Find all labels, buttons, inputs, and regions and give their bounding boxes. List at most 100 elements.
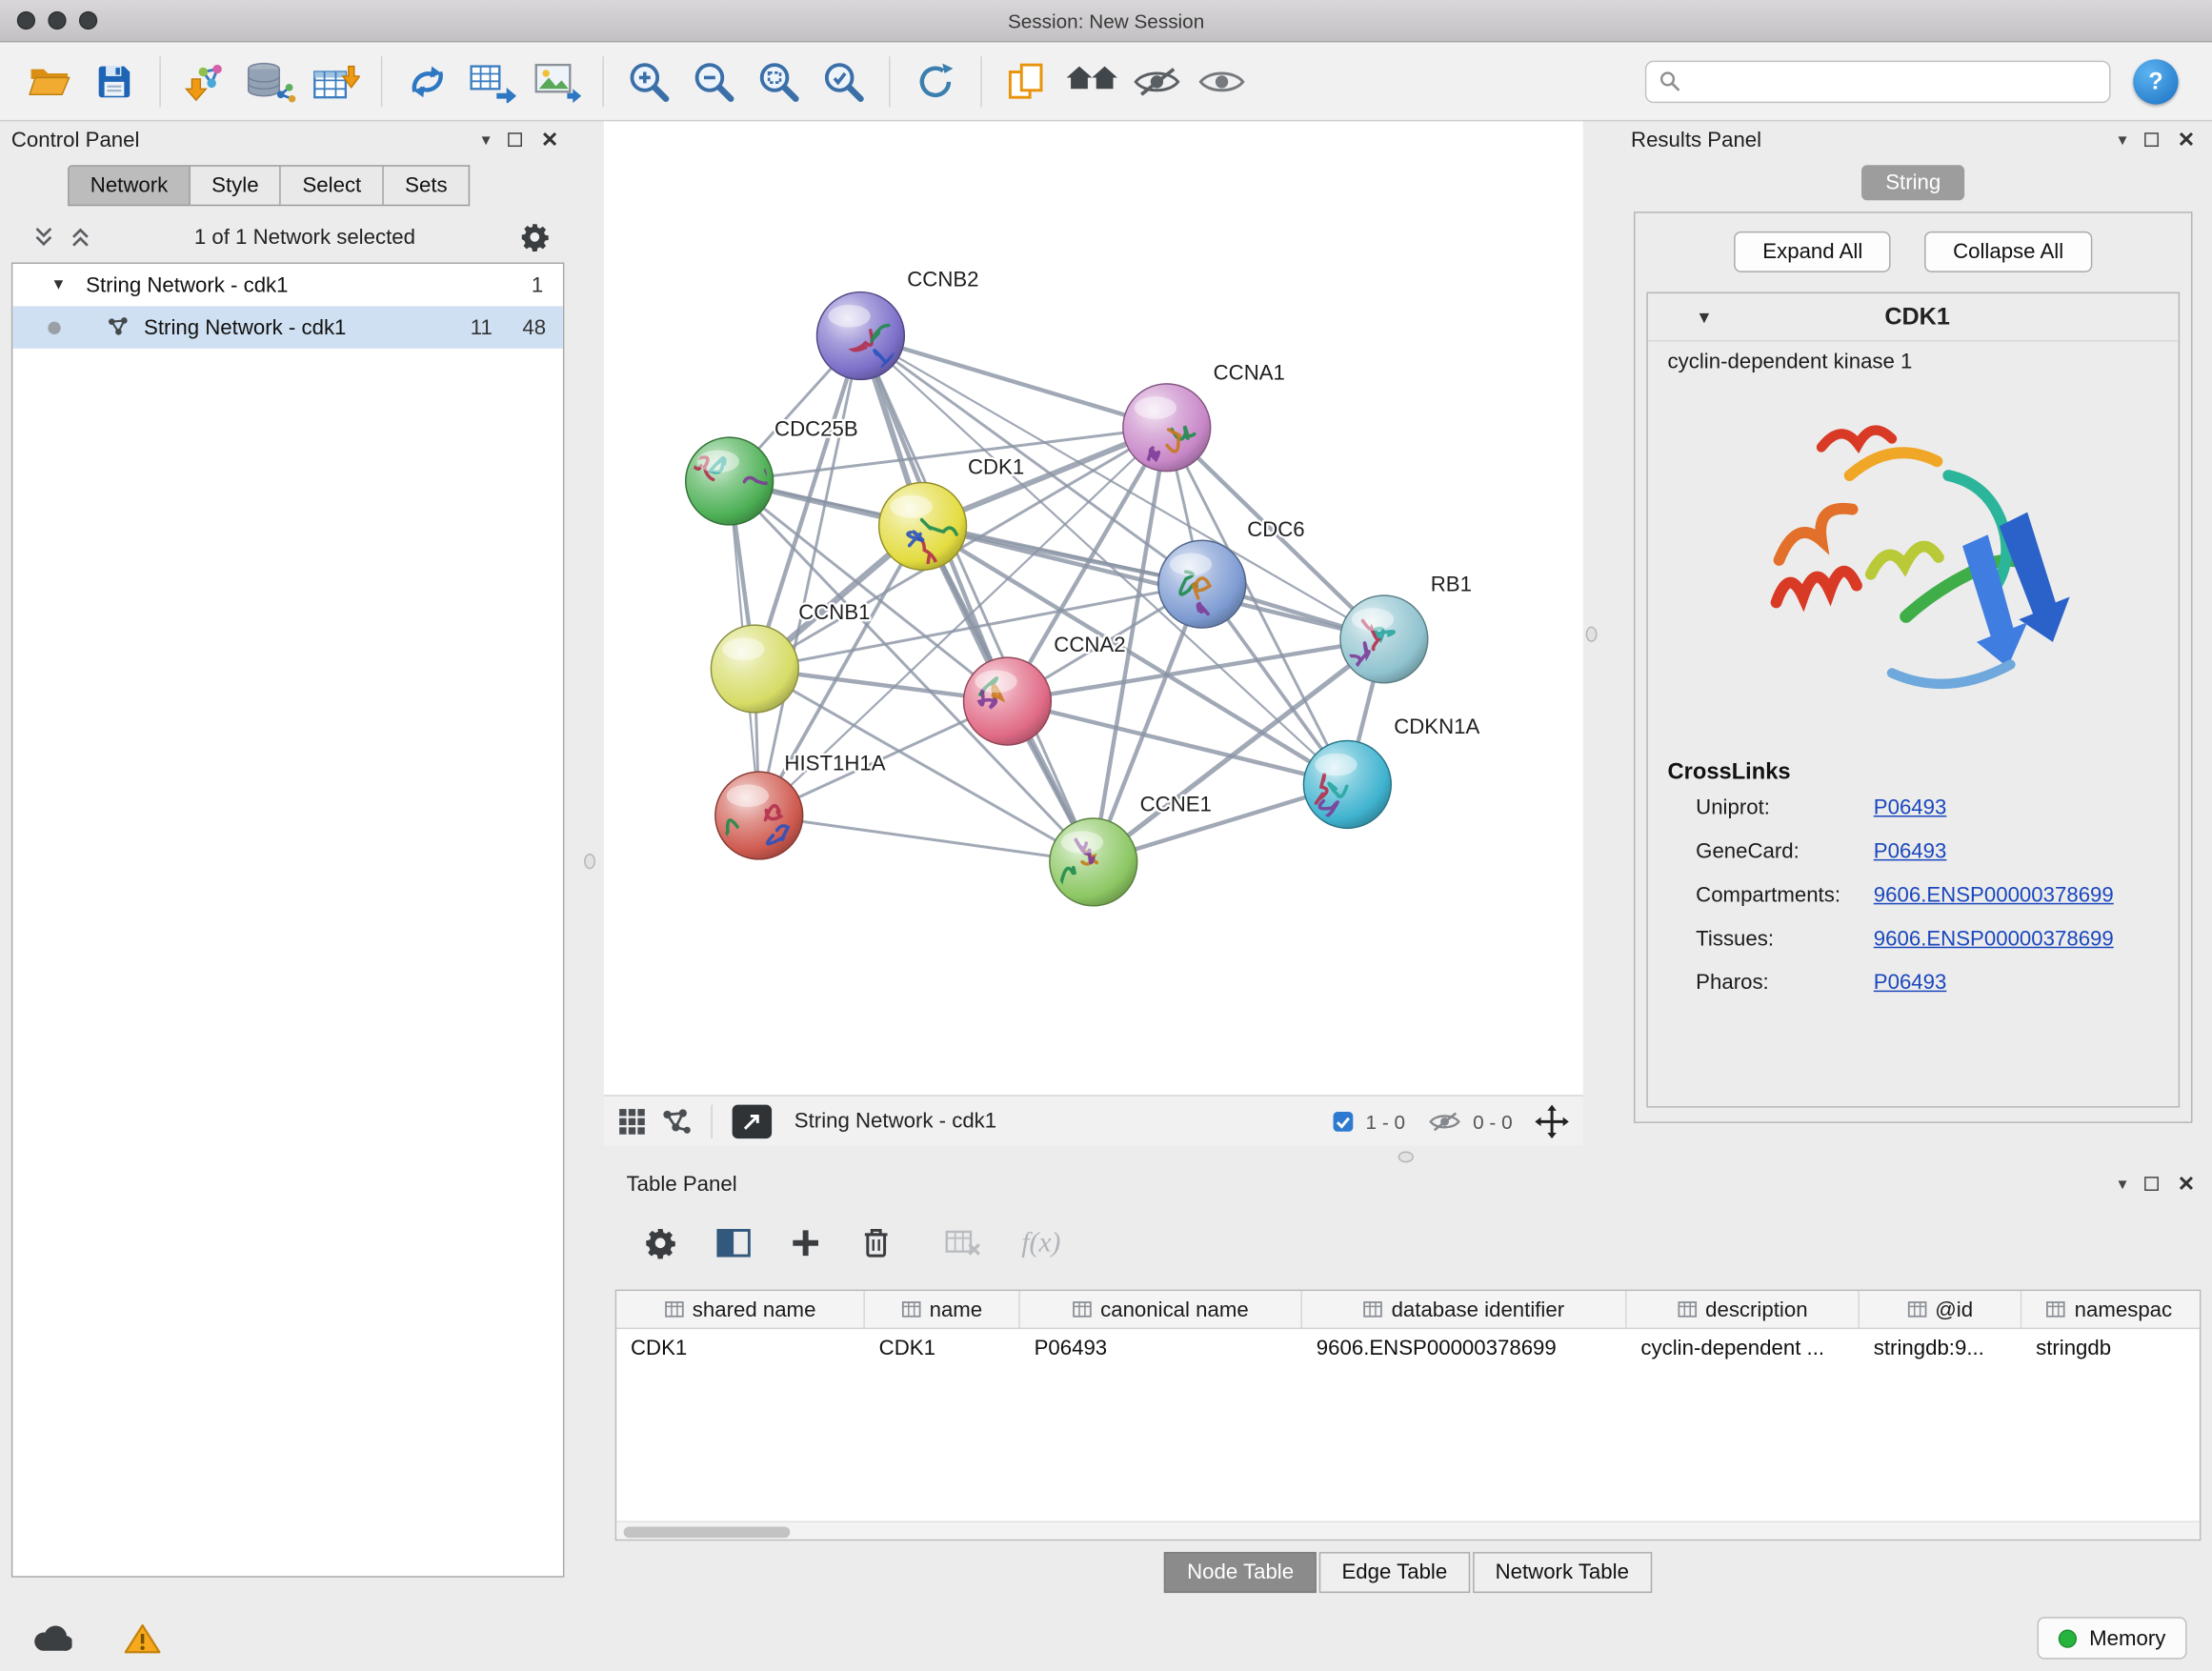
column-header-shared-name[interactable]: shared name [616,1291,865,1328]
collapse-all-button[interactable]: Collapse All [1924,232,2091,272]
grid-view-button[interactable] [618,1107,647,1136]
tab-edge-table[interactable]: Edge Table [1319,1552,1470,1593]
maximize-window-button[interactable] [79,11,97,30]
tab-network[interactable]: Network [68,165,191,206]
zoom-out-button[interactable] [681,49,746,113]
crosslink-value-compartments[interactable]: 9606.ENSP00000378699 [1874,883,2114,907]
cloud-button[interactable] [26,1617,79,1659]
hide-graphics-button[interactable] [1124,49,1189,113]
delete-column-trash-icon[interactable] [860,1226,892,1260]
expand-all-button[interactable]: Expand All [1735,232,1891,272]
column-header-description[interactable]: description [1627,1291,1860,1328]
crosslink-value-pharos[interactable]: P06493 [1874,971,1947,995]
zoom-fit-button[interactable] [746,49,811,113]
detach-view-button[interactable] [733,1104,772,1138]
network-edge-CDK1-RB1[interactable] [923,526,1384,638]
network-node-CDC6[interactable]: CDC6 [1158,517,1305,628]
column-header-database-identifier[interactable]: database identifier [1302,1291,1627,1328]
column-header-name[interactable]: name [865,1291,1020,1328]
network-node-HIST1H1A[interactable]: HIST1H1A [711,752,886,859]
show-graphics-button[interactable] [1189,49,1254,113]
network-collection-row[interactable]: ▼ String Network - cdk1 1 [12,264,563,306]
panel-close-icon[interactable]: ✕ [2178,1173,2196,1194]
network-edge-CCNB2-CCNE1[interactable] [860,335,1093,861]
crosslink-value-genecard[interactable]: P06493 [1874,839,1947,863]
panel-float-icon[interactable] [2145,132,2160,147]
export-table-button[interactable] [460,49,525,113]
panel-float-icon[interactable] [2145,1177,2160,1191]
import-network-database-button[interactable] [238,49,303,113]
import-network-file-button[interactable] [173,49,238,113]
refresh-button[interactable] [903,49,968,113]
show-columns-icon[interactable] [716,1229,751,1258]
network-canvas[interactable]: CCNB2CCNA1CDC25BCDK1CDC6RB1CCNB1CCNA2CDK… [604,121,1583,1095]
open-session-button[interactable] [17,49,82,113]
new-network-button[interactable] [395,49,460,113]
right-splitter-handle[interactable] [1586,627,1598,642]
tree-expand-icon[interactable]: ▼ [50,276,66,293]
title-bar[interactable]: Session: New Session [0,0,2212,42]
crosslink-value-tissues[interactable]: 9606.ENSP00000378699 [1874,927,2114,951]
column-header-namespace[interactable]: namespac [2021,1291,2197,1328]
network-view[interactable]: CCNB2CCNA1CDC25BCDK1CDC6RB1CCNB1CCNA2CDK… [604,121,1583,1095]
network-node-CDK1[interactable]: CDK1 [879,455,1025,571]
selected-checkbox-icon[interactable] [1332,1110,1355,1133]
panel-menu-icon[interactable]: ▾ [2119,1176,2127,1193]
network-edge-CCNB2-CCNA1[interactable] [860,335,1166,427]
tab-network-table[interactable]: Network Table [1473,1552,1652,1593]
tab-style[interactable]: Style [191,165,281,206]
panel-close-icon[interactable]: ✕ [541,130,559,151]
search-input[interactable] [1689,70,2097,92]
panel-menu-icon[interactable]: ▾ [2119,131,2127,149]
birdseye-view-button[interactable] [660,1107,692,1136]
close-window-button[interactable] [17,11,35,30]
export-image-button[interactable] [525,49,590,113]
left-splitter-handle[interactable] [584,854,595,869]
panel-float-icon[interactable] [509,132,523,147]
expand-all-icon[interactable] [70,226,90,249]
help-button[interactable]: ? [2133,58,2178,103]
crosslink-value-uniprot[interactable]: P06493 [1874,795,1947,819]
network-node-CCNA1[interactable]: CCNA1 [1123,360,1285,471]
tab-select[interactable]: Select [281,165,384,206]
network-node-RB1[interactable]: RB1 [1340,573,1472,683]
zoom-selected-button[interactable] [812,49,876,113]
crosslink-row: Compartments: 9606.ENSP00000378699 [1648,874,2179,917]
protein-section-header[interactable]: ▼ CDK1 [1648,293,2179,341]
warnings-button[interactable] [115,1617,169,1659]
horizontal-scrollbar[interactable] [616,1521,2200,1540]
magnifier-plus-icon [627,58,672,103]
network-row[interactable]: String Network - cdk1 11 48 [12,306,563,348]
gear-icon[interactable] [519,222,551,253]
crosshair-icon[interactable] [1535,1104,1569,1138]
save-session-button[interactable] [82,49,147,113]
duplicate-button[interactable] [995,49,1059,113]
current-network-label: String Network - cdk1 [794,1109,996,1133]
network-node-CDKN1A[interactable]: CDKN1A [1303,715,1479,828]
memory-button[interactable]: Memory [2037,1617,2186,1659]
hidden-eye-icon[interactable] [1428,1110,1462,1133]
add-column-plus-icon[interactable] [790,1227,821,1258]
network-node-CCNB1[interactable]: CCNB1 [711,600,870,713]
tab-node-table[interactable]: Node Table [1164,1552,1316,1593]
home-button[interactable] [1059,49,1124,113]
table-row[interactable]: CDK1 CDK1 P06493 9606.ENSP00000378699 cy… [616,1329,2200,1367]
minimize-window-button[interactable] [48,11,66,30]
table-settings-gear-icon[interactable] [643,1226,677,1260]
import-table-button[interactable] [303,49,368,113]
bottom-splitter-handle[interactable] [1398,1151,1414,1162]
network-edge-CCNB2-HIST1H1A[interactable] [759,335,861,815]
column-header-canonical-name[interactable]: canonical name [1020,1291,1302,1328]
network-node-CCNE1[interactable]: CCNE1 [1050,793,1212,906]
zoom-in-button[interactable] [616,49,681,113]
tab-string[interactable]: String [1861,165,1964,200]
network-edge-HIST1H1A-CCNE1[interactable] [759,815,1094,862]
column-header-id[interactable]: @id [1860,1291,2021,1328]
panel-menu-icon[interactable]: ▾ [482,131,491,149]
scrollbar-thumb[interactable] [624,1526,791,1538]
panel-close-icon[interactable]: ✕ [2178,130,2196,151]
cell-shared-name: CDK1 [616,1329,865,1367]
collapse-all-icon[interactable] [34,226,54,249]
section-collapse-icon[interactable]: ▼ [1696,307,1713,327]
tab-sets[interactable]: Sets [384,165,470,206]
